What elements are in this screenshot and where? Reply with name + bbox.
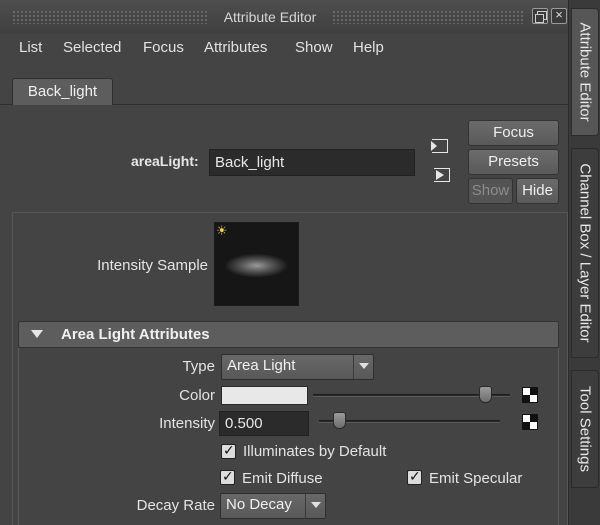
section-title: Area Light Attributes [61,326,210,343]
intensity-field[interactable] [219,411,309,436]
focus-button[interactable]: Focus [468,120,559,146]
input-connections-icon[interactable] [431,139,448,153]
menu-bar: List Selected Focus Attributes Show Help [0,34,568,62]
node-name-field[interactable] [209,149,415,176]
decay-rate-dropdown-value: No Decay [226,496,292,513]
float-window-icon[interactable] [532,8,548,24]
type-dropdown-value: Area Light [227,357,296,374]
emit-diffuse-checkbox[interactable] [220,468,235,485]
menu-list[interactable]: List [19,39,42,56]
type-label: Type [182,358,215,375]
window-title: Attribute Editor [223,9,317,25]
area-light-attributes-header[interactable]: Area Light Attributes [18,321,559,348]
tab-channel-box-label: Channel Box / Layer Editor [576,163,594,343]
color-slider-thumb[interactable] [478,386,492,403]
show-button[interactable]: Show [468,178,513,204]
emit-specular-label: Emit Specular [429,470,523,487]
type-dropdown[interactable]: Area Light [221,354,374,380]
intensity-map-button-icon[interactable] [522,414,538,430]
attribute-editor-panel: Attribute Editor × List Selected Focus A… [0,0,568,525]
menu-selected[interactable]: Selected [63,39,121,56]
decay-rate-label: Decay Rate [136,497,215,514]
color-map-button-icon[interactable] [522,387,538,403]
collapse-triangle-icon[interactable] [31,330,43,338]
intensity-sample-label: Intensity Sample [97,257,208,274]
menu-attributes[interactable]: Attributes [204,39,267,56]
tab-back-light[interactable]: Back_light [12,78,113,105]
color-label: Color [179,387,215,404]
tab-tool-settings[interactable]: Tool Settings [571,370,599,488]
intensity-slider-thumb[interactable] [333,412,346,429]
intensity-slider-track[interactable] [319,420,500,423]
node-type-label: areaLight: [131,153,199,169]
illuminates-by-default-checkbox[interactable] [221,442,236,459]
color-swatch[interactable] [221,386,308,405]
menu-help[interactable]: Help [353,39,384,56]
side-tab-bar: Attribute Editor Channel Box / Layer Edi… [568,0,600,525]
tab-tool-settings-label: Tool Settings [576,386,594,472]
tab-attribute-editor-label: Attribute Editor [576,22,594,122]
illuminates-by-default-label: Illuminates by Default [243,443,387,460]
menu-show[interactable]: Show [295,39,333,56]
output-connections-icon[interactable] [434,168,450,182]
area-light-icon: ☀ [216,223,228,238]
tab-attribute-editor[interactable]: Attribute Editor [571,8,599,136]
presets-button[interactable]: Presets [468,149,559,175]
close-icon[interactable]: × [551,7,567,24]
hide-button[interactable]: Hide [516,178,559,204]
intensity-label: Intensity [159,415,215,432]
menu-focus[interactable]: Focus [143,39,184,56]
title-bar: Attribute Editor × [0,0,568,34]
chevron-down-icon [353,355,373,379]
tab-channel-box-layer-editor[interactable]: Channel Box / Layer Editor [571,148,599,358]
decay-rate-dropdown[interactable]: No Decay [220,493,326,519]
emit-specular-checkbox[interactable] [407,468,422,485]
chevron-down-icon [305,494,325,518]
intensity-sample-swatch: ☀ [214,222,299,306]
emit-diffuse-label: Emit Diffuse [242,470,323,487]
